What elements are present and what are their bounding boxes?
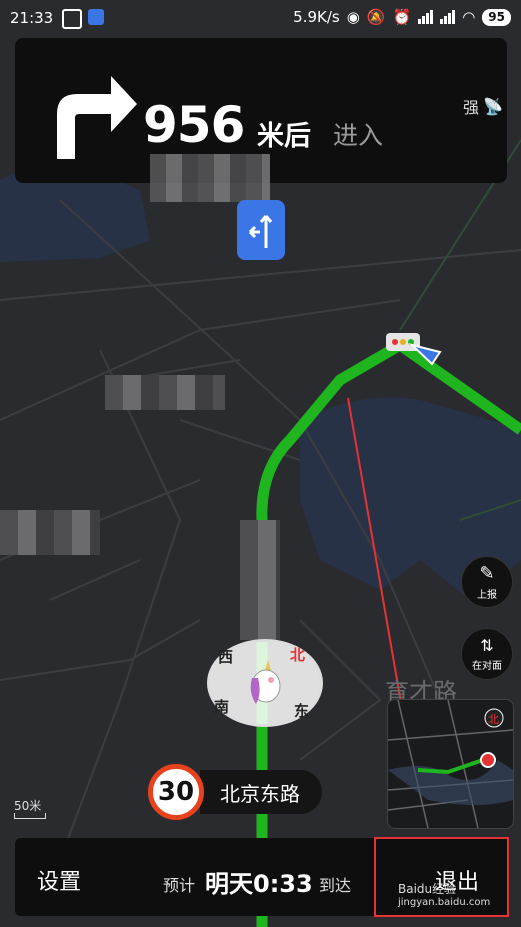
- mini-overview-map[interactable]: 北: [387, 699, 514, 829]
- current-road-name: 北京东路: [200, 770, 322, 814]
- signal-icon: [418, 10, 434, 24]
- status-time: 21:33: [10, 9, 54, 27]
- distance-unit: 米后: [257, 121, 311, 152]
- eta-time: 明天0:33: [205, 870, 313, 898]
- edit-report-icon: ✎: [479, 563, 495, 584]
- action-label: 进入: [333, 121, 384, 150]
- speed-limit-value: 30: [157, 777, 195, 807]
- speed-limit-sign: 30: [148, 764, 204, 820]
- wifi-icon: ◠: [462, 8, 476, 26]
- compass-south: 南: [214, 698, 230, 716]
- unicorn-avatar-icon: [250, 660, 281, 704]
- settings-button[interactable]: 设置: [37, 864, 81, 896]
- eta-prefix: 预计: [163, 876, 196, 895]
- blurred-map-label: [105, 375, 225, 410]
- satellite-icon: 📡: [483, 96, 503, 116]
- gps-signal-indicator: 强 📡: [463, 96, 503, 118]
- compass-west: 西: [218, 648, 234, 666]
- compass-north: 北: [290, 646, 306, 664]
- signal-icon-2: [440, 10, 456, 24]
- blurred-map-label-2: [0, 510, 100, 555]
- navigation-instruction-card[interactable]: 956 米后 进入 强 📡: [15, 38, 507, 202]
- network-speed: 5.9K/s: [293, 8, 340, 26]
- report-label: 上报: [477, 590, 497, 601]
- opposite-direction-icon: ⇅: [480, 636, 494, 655]
- lane-left-straight-icon: [248, 215, 273, 248]
- minimap-north: 北: [488, 713, 499, 726]
- compass-app-icon: [62, 9, 82, 29]
- opposite-label: 在对面: [472, 661, 502, 672]
- opposite-side-button[interactable]: ⇅ 在对面: [461, 628, 513, 680]
- turn-right-arrow-icon: [57, 76, 137, 159]
- baidu-watermark: Baidu经验 jingyan.baidu.com: [398, 882, 491, 908]
- eta-suffix: 到达: [319, 876, 352, 895]
- compass-vehicle-marker[interactable]: 北 西 南 东: [207, 639, 323, 727]
- status-bar: 21:33 5.9K/s ◉ 🔕 ⏰ ◠ 95: [0, 0, 521, 36]
- lane-indicator: [237, 200, 285, 260]
- hotspot-icon: ◉: [346, 8, 360, 26]
- blurred-road-segment: [240, 520, 280, 640]
- alarm-icon: ⏰: [392, 8, 412, 26]
- road-name-label: 北京东路: [220, 781, 300, 806]
- baidu-maps-icon: [88, 9, 104, 25]
- blurred-road-name: [150, 154, 270, 202]
- distance-value: 956: [143, 96, 245, 154]
- compass-east: 东: [294, 702, 310, 720]
- map-scale-label: 50米: [14, 799, 42, 813]
- map-scale-bar: [14, 813, 46, 819]
- report-button[interactable]: ✎ 上报: [461, 556, 513, 608]
- battery-indicator: 95: [482, 8, 511, 26]
- mute-icon: 🔕: [366, 8, 386, 26]
